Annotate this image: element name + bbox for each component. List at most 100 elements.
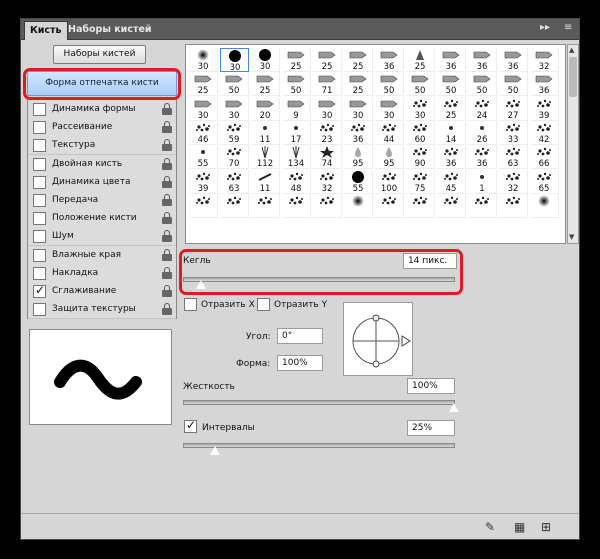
brush-tip-cell[interactable]: 1 — [468, 169, 497, 194]
lock-icon[interactable] — [162, 194, 172, 207]
lock-icon[interactable] — [162, 266, 172, 280]
option-item[interactable]: Положение кисти — [28, 209, 176, 229]
angle-roundness-widget[interactable] — [343, 302, 413, 376]
brush-tip-cell[interactable]: 42 — [530, 120, 559, 145]
option-item[interactable]: Рассеивание — [28, 118, 176, 138]
option-checkbox[interactable] — [33, 157, 46, 171]
spacing-field[interactable]: 25% — [407, 420, 455, 436]
option-checkbox[interactable] — [33, 212, 46, 226]
lock-icon[interactable] — [162, 303, 172, 316]
brush-tip-cell[interactable] — [406, 193, 435, 218]
grid-icon[interactable]: ▦ — [514, 520, 528, 534]
brush-tip-cell[interactable]: 50 — [468, 72, 497, 97]
brush-tip-cell[interactable]: 11 — [251, 120, 280, 145]
flip-y-checkbox[interactable] — [257, 298, 270, 311]
option-checkbox[interactable] — [33, 175, 46, 189]
brush-tip-cell[interactable]: 30 — [344, 96, 373, 121]
brush-tip-cell[interactable]: 36 — [437, 145, 466, 170]
angle-field[interactable]: 0° — [277, 328, 323, 344]
option-checkbox[interactable] — [33, 266, 46, 280]
brush-tip-cell[interactable]: 74 — [313, 145, 342, 170]
brush-tip-cell[interactable]: 134 — [282, 145, 311, 170]
brush-presets-button[interactable]: Наборы кистей — [53, 45, 146, 64]
brush-tip-cell[interactable]: 71 — [313, 72, 342, 97]
hardness-slider-track[interactable] — [183, 400, 455, 405]
option-checkbox[interactable] — [33, 230, 46, 244]
brush-tip-cell[interactable]: 90 — [406, 145, 435, 170]
brush-tip-cell[interactable] — [375, 193, 404, 218]
roundness-field[interactable]: 100% — [277, 355, 323, 371]
brush-tip-cell[interactable]: 32 — [499, 169, 528, 194]
brush-tip-cell[interactable] — [437, 193, 466, 218]
brush-tip-cell[interactable]: 55 — [189, 145, 218, 170]
brush-tip-cell[interactable]: 50 — [375, 72, 404, 97]
brush-tool-icon[interactable]: ✎ — [485, 520, 499, 534]
brush-tip-cell[interactable]: 50 — [220, 72, 249, 97]
brush-tip-cell[interactable] — [468, 193, 497, 218]
lock-icon[interactable] — [162, 248, 172, 262]
option-item[interactable]: Передача — [28, 191, 176, 210]
brush-tip-cell[interactable] — [282, 193, 311, 218]
brush-tip-cell[interactable]: 100 — [375, 169, 404, 194]
brush-tip-cell[interactable]: 50 — [282, 72, 311, 97]
brush-tip-cell[interactable]: 11 — [251, 169, 280, 194]
brush-tip-cell[interactable]: 32 — [530, 48, 559, 72]
spacing-slider-thumb[interactable] — [208, 445, 221, 456]
brush-tip-cell[interactable]: 30 — [189, 96, 218, 121]
brush-tip-cell[interactable]: 33 — [499, 120, 528, 145]
brush-tip-cell[interactable]: 50 — [499, 72, 528, 97]
scrollbar-thumb[interactable] — [569, 57, 577, 97]
brush-tip-cell[interactable] — [530, 193, 559, 218]
brush-tip-cell[interactable]: 36 — [468, 145, 497, 170]
brush-tip-cell[interactable]: 20 — [251, 96, 280, 121]
lock-icon[interactable] — [162, 212, 172, 225]
brush-tip-cell[interactable] — [220, 193, 249, 218]
brush-tip-cell[interactable]: 30 — [189, 48, 218, 72]
option-checkbox[interactable] — [33, 303, 46, 317]
brush-tip-cell[interactable]: 95 — [375, 145, 404, 170]
lock-icon[interactable] — [162, 157, 172, 171]
brush-tip-cell[interactable] — [499, 193, 528, 218]
brush-tip-cell[interactable] — [189, 193, 218, 218]
panel-menu-icon[interactable]: ≡ — [564, 22, 572, 33]
brush-tip-cell[interactable]: 17 — [282, 120, 311, 145]
brush-tip-cell[interactable]: 25 — [437, 96, 466, 121]
brush-grid-scrollbar[interactable]: ▲ ▼ — [567, 44, 579, 244]
brush-tip-cell[interactable]: 44 — [375, 120, 404, 145]
hardness-field[interactable]: 100% — [407, 378, 455, 394]
brush-tip-cell[interactable]: 63 — [220, 169, 249, 194]
option-checkbox[interactable] — [33, 248, 46, 262]
brush-tip-cell[interactable]: 63 — [499, 145, 528, 170]
brush-tip-cell[interactable]: 25 — [189, 72, 218, 97]
brush-tip-cell[interactable]: 25 — [313, 48, 342, 72]
brush-tip-cell[interactable]: 70 — [220, 145, 249, 170]
brush-tip-cell[interactable]: 26 — [468, 120, 497, 145]
lock-icon[interactable] — [162, 139, 172, 152]
brush-tip-cell[interactable]: 36 — [437, 48, 466, 72]
new-preset-icon[interactable]: ⊞ — [541, 520, 555, 534]
brush-tip-cell[interactable]: 14 — [437, 120, 466, 145]
collapse-icon[interactable]: ▸▸ — [540, 22, 550, 33]
tab-brush[interactable]: Кисть — [24, 21, 68, 40]
brush-tip-cell[interactable]: 45 — [437, 169, 466, 194]
brush-tip-cell[interactable]: 112 — [251, 145, 280, 170]
brush-tip-cell[interactable]: 25 — [406, 48, 435, 72]
brush-tip-cell[interactable]: 36 — [530, 72, 559, 97]
option-checkbox[interactable] — [33, 121, 46, 135]
scroll-up-icon[interactable]: ▲ — [569, 46, 574, 54]
brush-tip-cell[interactable]: 9 — [282, 96, 311, 121]
option-item[interactable]: Динамика формы — [28, 100, 176, 119]
brush-tip-cell[interactable]: 36 — [468, 48, 497, 72]
brush-tip-cell[interactable]: 48 — [282, 169, 311, 194]
brush-tip-cell[interactable] — [344, 193, 373, 218]
option-checkbox[interactable] — [33, 194, 46, 207]
brush-tip-cell[interactable]: 30 — [313, 96, 342, 121]
brush-tip-cell[interactable]: 75 — [406, 169, 435, 194]
spacing-checkbox[interactable] — [184, 418, 197, 433]
option-item[interactable]: Шум — [28, 227, 176, 247]
brush-tip-cell[interactable] — [313, 193, 342, 218]
brush-tip-cell[interactable]: 36 — [344, 120, 373, 145]
brush-tip-cell[interactable]: 25 — [282, 48, 311, 72]
brush-tip-cell[interactable]: 25 — [251, 72, 280, 97]
brush-tip-cell[interactable]: 39 — [189, 169, 218, 194]
